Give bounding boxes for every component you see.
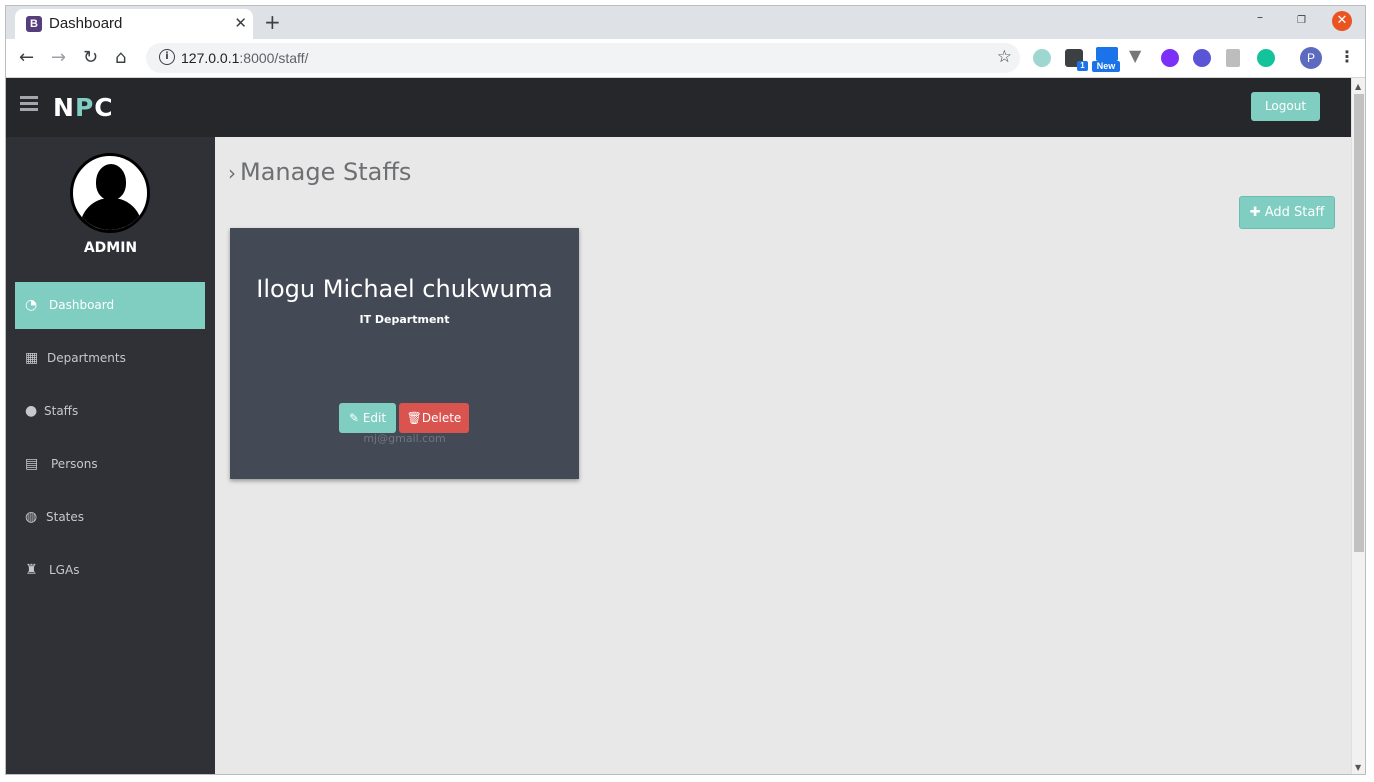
url-path: :8000/staff/ [239, 50, 309, 66]
brand-letter-p: P [74, 93, 95, 122]
bootstrap-favicon-icon: B [26, 16, 42, 32]
restore-icon[interactable]: ❐ [1297, 15, 1306, 26]
add-staff-label: Add Staff [1264, 205, 1325, 220]
close-tab-icon[interactable]: ✕ [234, 14, 247, 32]
scroll-up-icon[interactable]: ▲ [1355, 82, 1361, 91]
extension-1-icon[interactable] [1033, 49, 1051, 67]
app-topbar: NPC Logout [6, 78, 1351, 137]
url-host: 127.0.0.1 [181, 50, 240, 66]
scroll-thumb[interactable] [1354, 94, 1364, 552]
grammarly-icon[interactable] [1257, 49, 1275, 67]
page-scrollbar[interactable]: ▲ ▼ [1351, 78, 1365, 774]
extension-new-badge: New [1092, 61, 1120, 72]
castle-icon: ♜ [25, 562, 38, 578]
close-window-icon[interactable]: ✕ [1332, 11, 1352, 31]
staff-email: mj@gmail.com [363, 432, 446, 445]
globe-icon: ◍ [25, 509, 38, 525]
browser-window: B Dashboard ✕ + – ❐ ✕ ← → ↻ ⌂ i 127.0.0.… [5, 5, 1366, 775]
tab-dashboard[interactable]: B Dashboard ✕ [15, 9, 253, 39]
admin-avatar [70, 153, 150, 233]
sidebar-item-states[interactable]: ◍ States [15, 494, 205, 541]
extension-6-icon[interactable] [1193, 49, 1211, 67]
pencil-icon: ✎ [348, 411, 363, 425]
sidebar-item-lgas[interactable]: ♜ LGAs [15, 547, 205, 594]
user-icon: ● [25, 403, 38, 419]
plus-icon: ✚ [1249, 205, 1265, 220]
staff-department: IT Department [359, 313, 450, 326]
new-tab-icon[interactable]: + [264, 10, 281, 34]
delete-label: Delete [421, 411, 462, 425]
sidebar-item-label: LGAs [49, 563, 80, 577]
bookmark-star-icon[interactable]: ☆ [997, 47, 1012, 67]
tachometer-icon: ◔ [25, 297, 38, 313]
page-viewport: NPC Logout ADMIN ◔ Dashboard ▦ Departmen… [6, 78, 1351, 774]
edit-label: Edit [362, 411, 387, 425]
sidebar-item-staffs[interactable]: ● Staffs [15, 388, 205, 435]
sidebar-item-label: Persons [51, 457, 98, 471]
staff-card: Ilogu Michael chukwuma IT Department ✎ E… [230, 228, 579, 479]
url-text[interactable]: 127.0.0.1:8000/staff/ [181, 50, 308, 66]
info-icon[interactable]: i [159, 49, 175, 65]
sidebar-item-departments[interactable]: ▦ Departments [15, 335, 205, 382]
extension-badge: 1 [1077, 61, 1088, 71]
hamburger-menu-icon[interactable] [20, 96, 38, 114]
home-icon[interactable]: ⌂ [115, 47, 126, 68]
extension-7-icon[interactable] [1226, 49, 1240, 67]
vue-devtools-icon[interactable]: ▼ [1129, 46, 1147, 65]
admin-label: ADMIN [83, 240, 138, 256]
trash-icon: 🗑 [406, 411, 422, 425]
sidebar-item-persons[interactable]: ▤ Persons [15, 441, 205, 488]
back-icon[interactable]: ← [19, 47, 34, 68]
brand-letter-c: C [94, 93, 114, 122]
brand-logo[interactable]: NPC [53, 93, 114, 122]
minimize-icon[interactable]: – [1257, 10, 1263, 24]
sidebar-item-dashboard[interactable]: ◔ Dashboard [15, 282, 205, 329]
staff-name: Ilogu Michael chukwuma [256, 275, 553, 303]
delete-button[interactable]: 🗑Delete [399, 403, 469, 433]
id-card-icon: ▤ [25, 456, 39, 472]
extension-3-icon[interactable] [1096, 47, 1118, 61]
logout-button[interactable]: Logout [1251, 92, 1320, 121]
scroll-down-icon[interactable]: ▼ [1355, 763, 1361, 772]
sidebar-item-label: States [46, 510, 85, 524]
reload-icon[interactable]: ↻ [83, 47, 98, 68]
page-title-text: Manage Staffs [240, 158, 412, 186]
add-staff-button[interactable]: ✚ Add Staff [1239, 196, 1335, 229]
address-bar[interactable]: i 127.0.0.1:8000/staff/ ☆ [146, 43, 1020, 73]
sidebar-item-label: Staffs [44, 404, 79, 418]
brand-letter-n: N [53, 93, 75, 122]
page-title: › Manage Staffs [228, 158, 411, 186]
building-icon: ▦ [25, 350, 39, 366]
sidebar-item-label: Departments [47, 351, 126, 365]
address-toolbar: ← → ↻ ⌂ i 127.0.0.1:8000/staff/ ☆ 1 New … [6, 39, 1365, 78]
forward-icon[interactable]: → [51, 47, 66, 68]
sidebar: ADMIN ◔ Dashboard ▦ Departments ● Staffs… [6, 137, 215, 774]
extension-5-icon[interactable] [1161, 49, 1179, 67]
tab-bar: B Dashboard ✕ + – ❐ ✕ [6, 6, 1365, 39]
browser-menu-icon[interactable]: ⋮ [1339, 47, 1355, 66]
chevron-right-icon: › [228, 161, 236, 185]
tab-title: Dashboard [49, 15, 123, 32]
sidebar-item-label: Dashboard [49, 298, 115, 312]
profile-avatar[interactable]: P [1300, 47, 1322, 69]
edit-button[interactable]: ✎ Edit [339, 403, 396, 433]
